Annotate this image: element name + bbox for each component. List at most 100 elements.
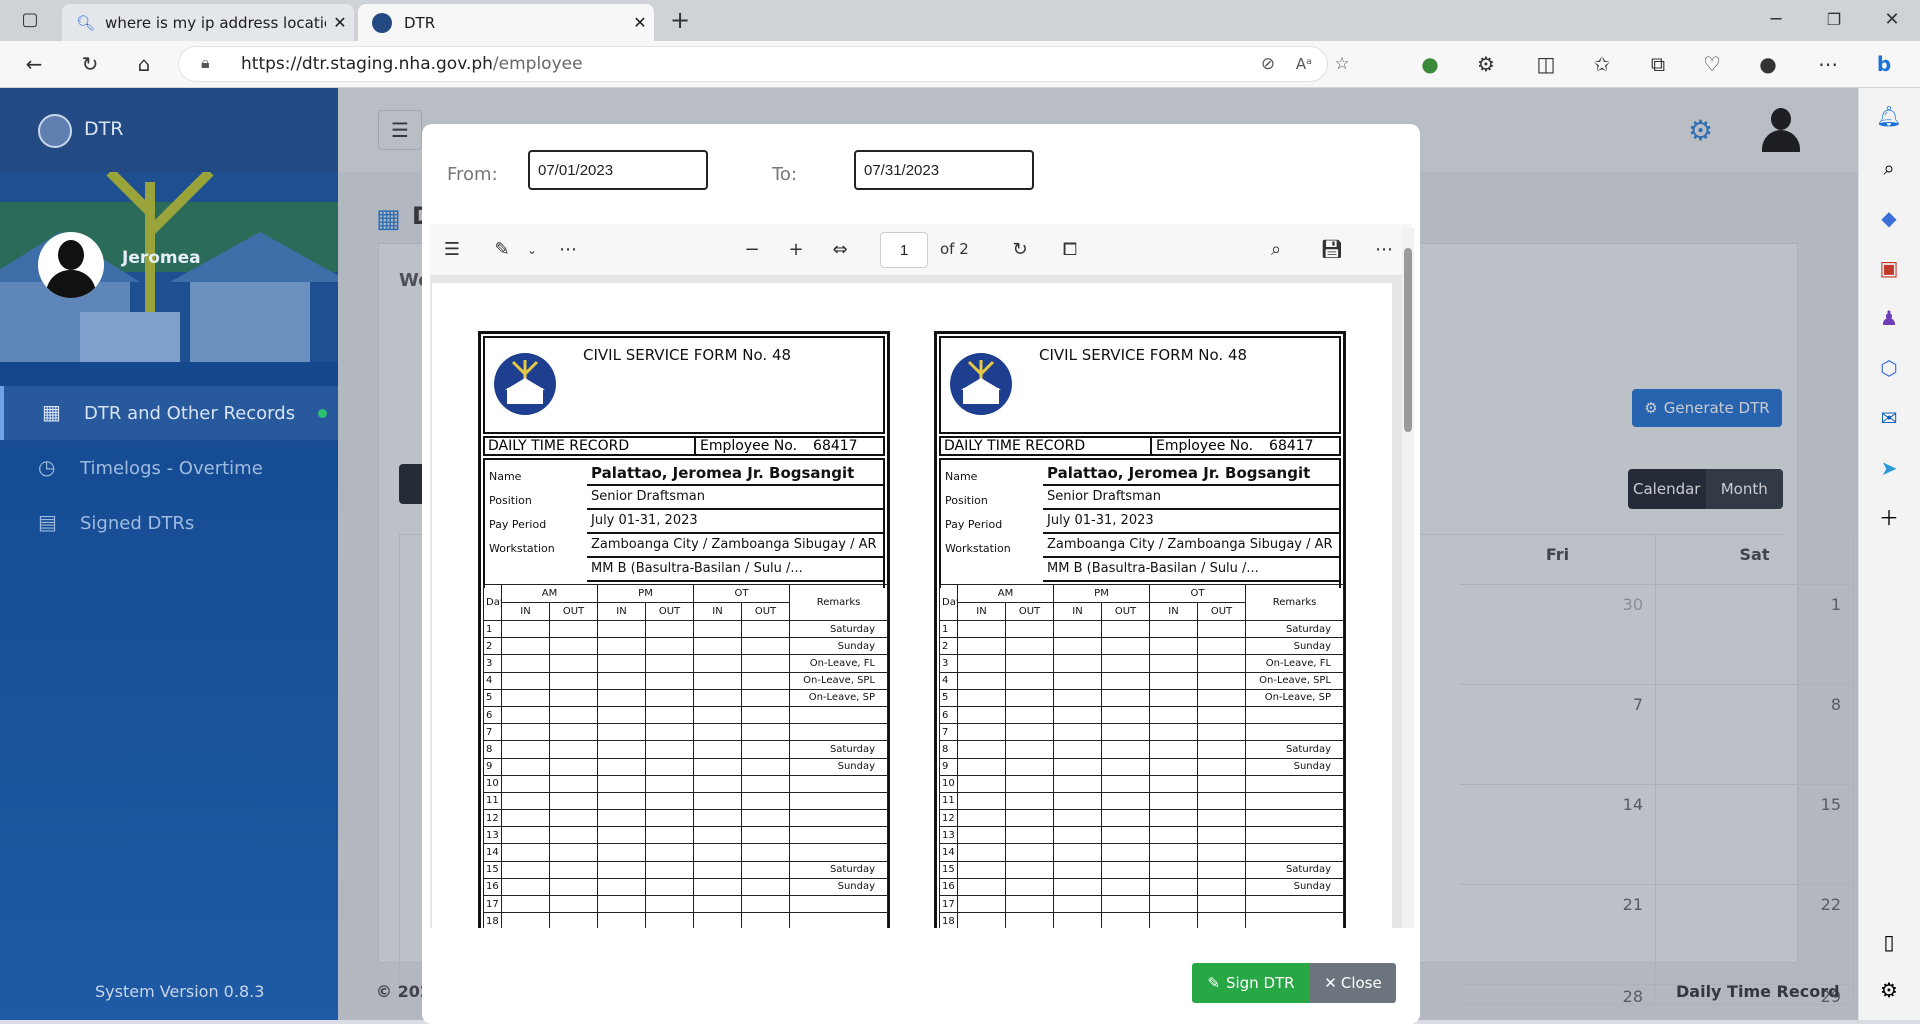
time-cell bbox=[644, 843, 695, 862]
close-tab-icon[interactable]: ✕ bbox=[326, 13, 354, 32]
table-row: 16 Sunday bbox=[939, 877, 1345, 897]
sidebar-item-signed-dtrs[interactable]: ▤ Signed DTRs bbox=[0, 496, 338, 550]
time-cell bbox=[1197, 637, 1247, 656]
employee-info: Name Palattao, Jeromea Jr. Bogsangit Posit… bbox=[939, 458, 1341, 588]
rotate-icon[interactable]: ↻ bbox=[1002, 232, 1038, 268]
info-value: Senior Draftsman bbox=[1043, 486, 1339, 510]
fit-width-icon[interactable]: ⇔ bbox=[822, 232, 858, 268]
time-cell bbox=[1149, 894, 1199, 914]
window-close-icon[interactable]: ✕ bbox=[1874, 2, 1910, 38]
employee-no: 68417 bbox=[1269, 438, 1314, 454]
time-cell bbox=[1053, 877, 1102, 897]
page-number-input[interactable] bbox=[880, 232, 928, 268]
time-cell bbox=[1197, 809, 1247, 828]
time-cell bbox=[741, 757, 791, 776]
extensions-icon[interactable]: ⚙ bbox=[1468, 46, 1504, 82]
new-tab-button[interactable]: + bbox=[662, 2, 698, 38]
favorites-icon[interactable]: ✩ bbox=[1584, 46, 1620, 82]
remarks-cell: On-Leave, SP bbox=[1245, 688, 1345, 707]
games-icon[interactable]: ♟ bbox=[1873, 302, 1905, 334]
time-cell bbox=[501, 619, 550, 639]
tab-search[interactable]: 🔍︎ where is my ip address location - ✕ bbox=[62, 4, 354, 41]
more-menu-icon[interactable]: ⋯ bbox=[1810, 46, 1846, 82]
remarks-cell bbox=[789, 894, 889, 914]
from-date-input[interactable] bbox=[528, 150, 708, 190]
time-cell bbox=[1005, 843, 1054, 862]
tracking-icon[interactable]: ⊘ bbox=[1253, 47, 1283, 81]
add-icon[interactable]: ＋ bbox=[1873, 502, 1905, 534]
url-bar[interactable]: 🔒︎ https://dtr.staging.nha.gov.ph/employ… bbox=[178, 46, 1350, 82]
day-number: 4 bbox=[939, 671, 958, 690]
tab-actions-icon[interactable]: ▢ bbox=[12, 2, 48, 38]
day-number: 7 bbox=[939, 723, 958, 742]
time-cell bbox=[957, 877, 1006, 897]
day-number: 6 bbox=[483, 705, 502, 725]
day-number: 11 bbox=[939, 791, 958, 811]
sidebar-item-dtr-records[interactable]: ▦ DTR and Other Records bbox=[0, 386, 338, 440]
contents-list-icon[interactable]: ☰ bbox=[434, 232, 470, 268]
table-row: 6 bbox=[939, 705, 1345, 725]
split-screen-icon[interactable]: ◫ bbox=[1528, 46, 1564, 82]
bell-icon[interactable]: 🔔︎ bbox=[1873, 100, 1905, 132]
table-row: 10 bbox=[939, 774, 1345, 793]
to-date-input[interactable] bbox=[854, 150, 1034, 190]
table-row: 8 Saturday bbox=[939, 740, 1345, 759]
time-cell bbox=[1053, 705, 1102, 725]
sidebar-item-timelogs[interactable]: ◷ Timelogs - Overtime bbox=[0, 441, 338, 495]
close-button[interactable]: ✕ Close bbox=[1310, 963, 1396, 1003]
save-icon[interactable]: 💾︎ bbox=[1314, 232, 1350, 268]
tab-dtr[interactable]: DTR ✕ bbox=[358, 4, 654, 41]
search-icon[interactable]: ⌕ bbox=[1873, 152, 1905, 184]
time-cell bbox=[741, 705, 791, 725]
table-row: 14 bbox=[483, 843, 889, 862]
info-label: Position bbox=[489, 494, 532, 507]
day-number: 3 bbox=[939, 654, 958, 673]
url-host: https://dtr.staging.nha.gov.ph bbox=[241, 54, 493, 74]
col-in: IN bbox=[1053, 602, 1102, 621]
send-icon[interactable]: ➤ bbox=[1873, 452, 1905, 484]
time-cell bbox=[1149, 912, 1199, 928]
zoom-out-icon[interactable]: − bbox=[734, 232, 770, 268]
sign-dtr-button[interactable]: ✎ Sign DTR bbox=[1192, 963, 1310, 1003]
outlook-icon[interactable]: ✉ bbox=[1873, 402, 1905, 434]
extension-globe-icon[interactable]: ● bbox=[1412, 46, 1448, 82]
time-cell bbox=[1100, 894, 1151, 914]
remarks-cell: Sunday bbox=[789, 757, 889, 776]
pdf-scrollbar[interactable] bbox=[1402, 228, 1414, 928]
zoom-in-icon[interactable]: + bbox=[778, 232, 814, 268]
time-cell bbox=[1197, 912, 1247, 928]
bing-icon[interactable]: b bbox=[1866, 46, 1902, 82]
refresh-icon[interactable]: ↻ bbox=[72, 46, 108, 82]
sidebar-item-label: DTR and Other Records bbox=[84, 402, 296, 424]
pdf-page: CIVIL SERVICE FORM No. 48 DAILY TIME RECO… bbox=[432, 283, 1392, 928]
home-icon[interactable]: ⌂ bbox=[126, 46, 162, 82]
back-icon[interactable]: ← bbox=[16, 46, 52, 82]
page-view-icon[interactable]: ⧠ bbox=[1052, 232, 1088, 268]
time-cell bbox=[644, 619, 695, 639]
more-tools-icon[interactable]: ⋯ bbox=[550, 232, 586, 268]
performance-icon[interactable]: ♡ bbox=[1694, 46, 1730, 82]
more-options-icon[interactable]: ⋯ bbox=[1366, 232, 1402, 268]
tools-icon[interactable]: ▣ bbox=[1873, 252, 1905, 284]
table-row: 17 bbox=[483, 894, 889, 914]
collections-icon[interactable]: ⧉ bbox=[1640, 46, 1676, 82]
profile-icon[interactable]: ● bbox=[1750, 46, 1786, 82]
restore-icon[interactable]: ❐ bbox=[1816, 2, 1852, 38]
table-row: 11 bbox=[939, 791, 1345, 811]
minimize-icon[interactable]: ─ bbox=[1758, 2, 1794, 38]
settings-icon[interactable]: ⚙ bbox=[1873, 974, 1905, 1006]
day-number: 5 bbox=[483, 688, 502, 707]
sidebar-toggle-icon[interactable]: ▯ bbox=[1873, 926, 1905, 958]
office-icon[interactable]: ⬡ bbox=[1873, 352, 1905, 384]
table-row: 10 bbox=[483, 774, 889, 793]
read-aloud-icon[interactable]: Aᵃ bbox=[1289, 47, 1319, 81]
record-title-bar: DAILY TIME RECORD Employee No. 68417 bbox=[939, 436, 1341, 456]
chevron-down-icon[interactable]: ⌄ bbox=[514, 232, 550, 268]
shopping-icon[interactable]: ◆ bbox=[1873, 202, 1905, 234]
favorite-star-icon[interactable]: ☆ bbox=[1327, 47, 1357, 81]
edit-icon: ✎ bbox=[1207, 974, 1220, 992]
search-icon[interactable]: ⌕ bbox=[1258, 232, 1294, 268]
time-cell bbox=[1149, 740, 1199, 759]
close-tab-icon[interactable]: ✕ bbox=[626, 13, 654, 32]
time-cell bbox=[597, 671, 646, 690]
